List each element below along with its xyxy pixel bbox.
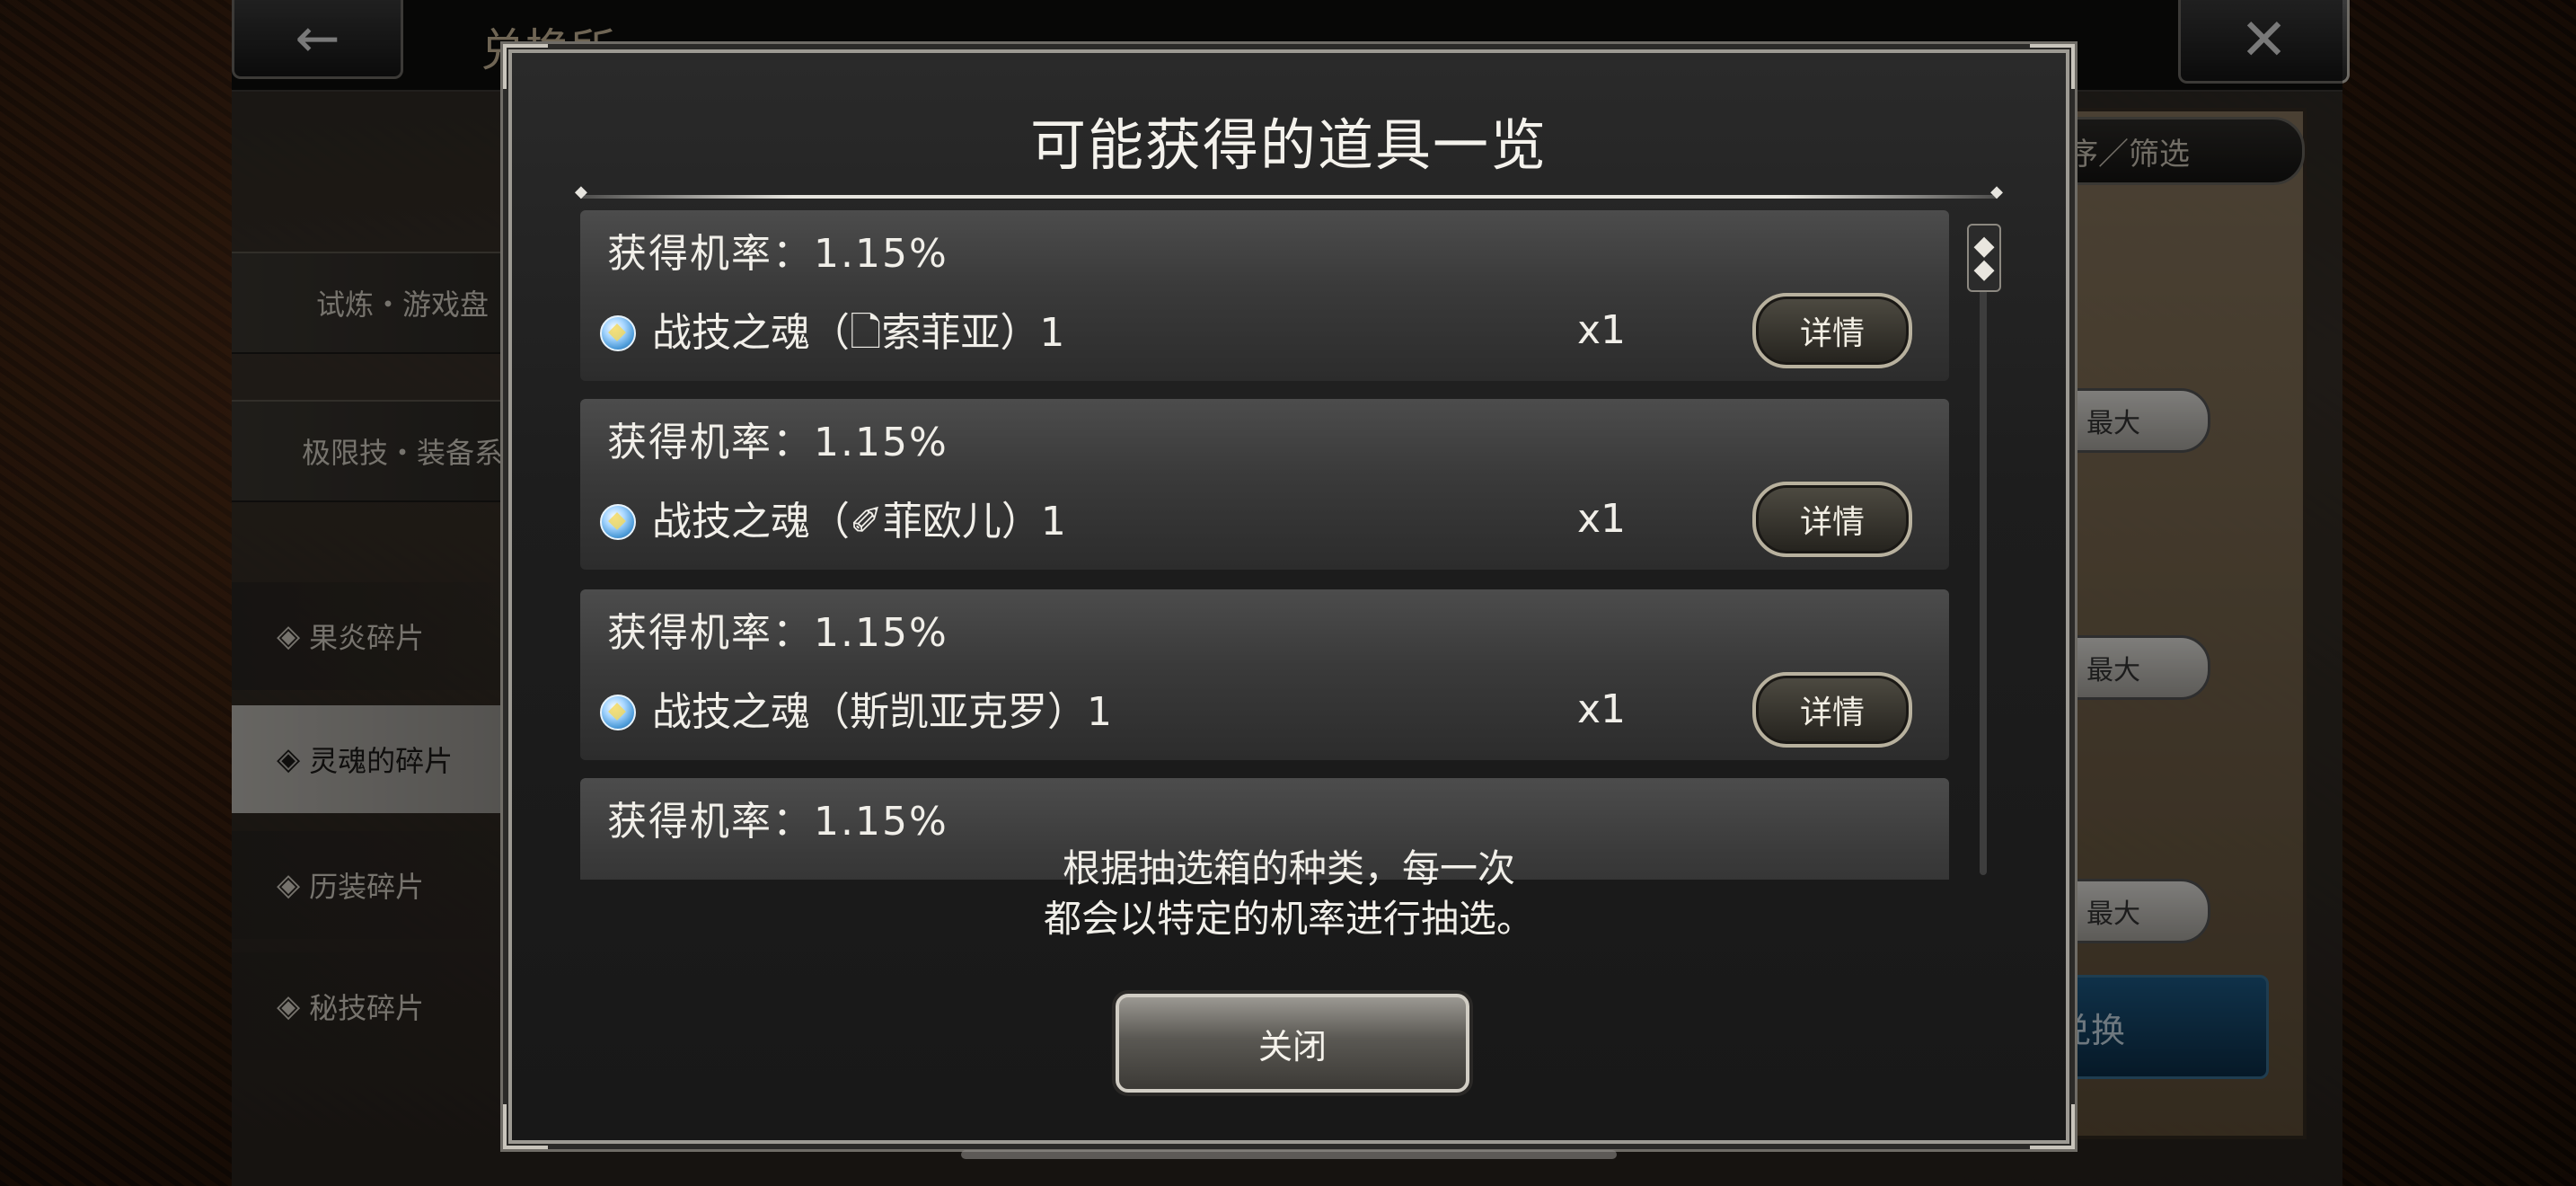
item-list[interactable]: 获得机率：1.15% 战技之魂（🗋索菲亚）1 x1 详情 获得机率：1.15% … xyxy=(580,210,1968,880)
corner-ornament xyxy=(503,44,548,89)
list-item: 获得机率：1.15% 战技之魂（🗋索菲亚）1 x1 详情 xyxy=(580,210,1968,381)
soul-item-icon xyxy=(600,504,636,540)
close-button[interactable]: 关闭 xyxy=(1116,994,1469,1093)
drop-rate: 获得机率：1.15% xyxy=(607,420,948,465)
detail-button[interactable]: 详情 xyxy=(1752,482,1912,557)
corner-ornament xyxy=(2030,1104,2075,1149)
title-divider xyxy=(575,182,2003,201)
detail-button[interactable]: 详情 xyxy=(1752,293,1912,368)
item-name: 战技之魂（斯凯亚克罗）1 xyxy=(652,689,1112,735)
corner-ornament xyxy=(2030,44,2075,89)
scrollbar-track[interactable] xyxy=(1980,246,1987,875)
corner-ornament xyxy=(503,1104,548,1149)
soul-item-icon xyxy=(600,315,636,351)
item-name: 战技之魂（✐菲欧儿）1 xyxy=(652,499,1066,544)
drop-rate: 获得机率：1.15% xyxy=(607,610,948,656)
list-item: 获得机率：1.15% 战技之魂（斯凯亚克罗）1 x1 详情 xyxy=(580,589,1968,760)
scroll-down-icon: ◆ xyxy=(1973,253,1995,285)
item-name: 战技之魂（🗋索菲亚）1 xyxy=(652,310,1065,356)
item-quantity: x1 xyxy=(1577,496,1627,542)
item-quantity: x1 xyxy=(1577,307,1627,353)
drop-rate: 获得机率：1.15% xyxy=(607,231,948,277)
detail-button[interactable]: 详情 xyxy=(1752,672,1912,748)
drop-rate: 获得机率：1.15% xyxy=(607,799,948,845)
draw-note: 根据抽选箱的种类，每一次 都会以特定的机率进行抽选。 xyxy=(512,844,2066,944)
scrollbar-thumb[interactable]: ◆ ◆ xyxy=(1967,224,2001,292)
modal-title: 可能获得的道具一览 xyxy=(1029,112,1548,178)
home-indicator[interactable] xyxy=(961,1150,1617,1159)
note-line: 都会以特定的机率进行抽选。 xyxy=(1043,897,1534,941)
note-line: 根据抽选箱的种类，每一次 xyxy=(1062,846,1515,890)
list-item: 获得机率：1.15% 战技之魂（✐菲欧儿）1 x1 详情 xyxy=(580,399,1968,570)
soul-item-icon xyxy=(600,695,636,730)
possible-items-modal: 可能获得的道具一览 获得机率：1.15% 战技之魂（🗋索菲亚）1 x1 详情 获… xyxy=(503,44,2075,1149)
item-quantity: x1 xyxy=(1577,686,1627,732)
